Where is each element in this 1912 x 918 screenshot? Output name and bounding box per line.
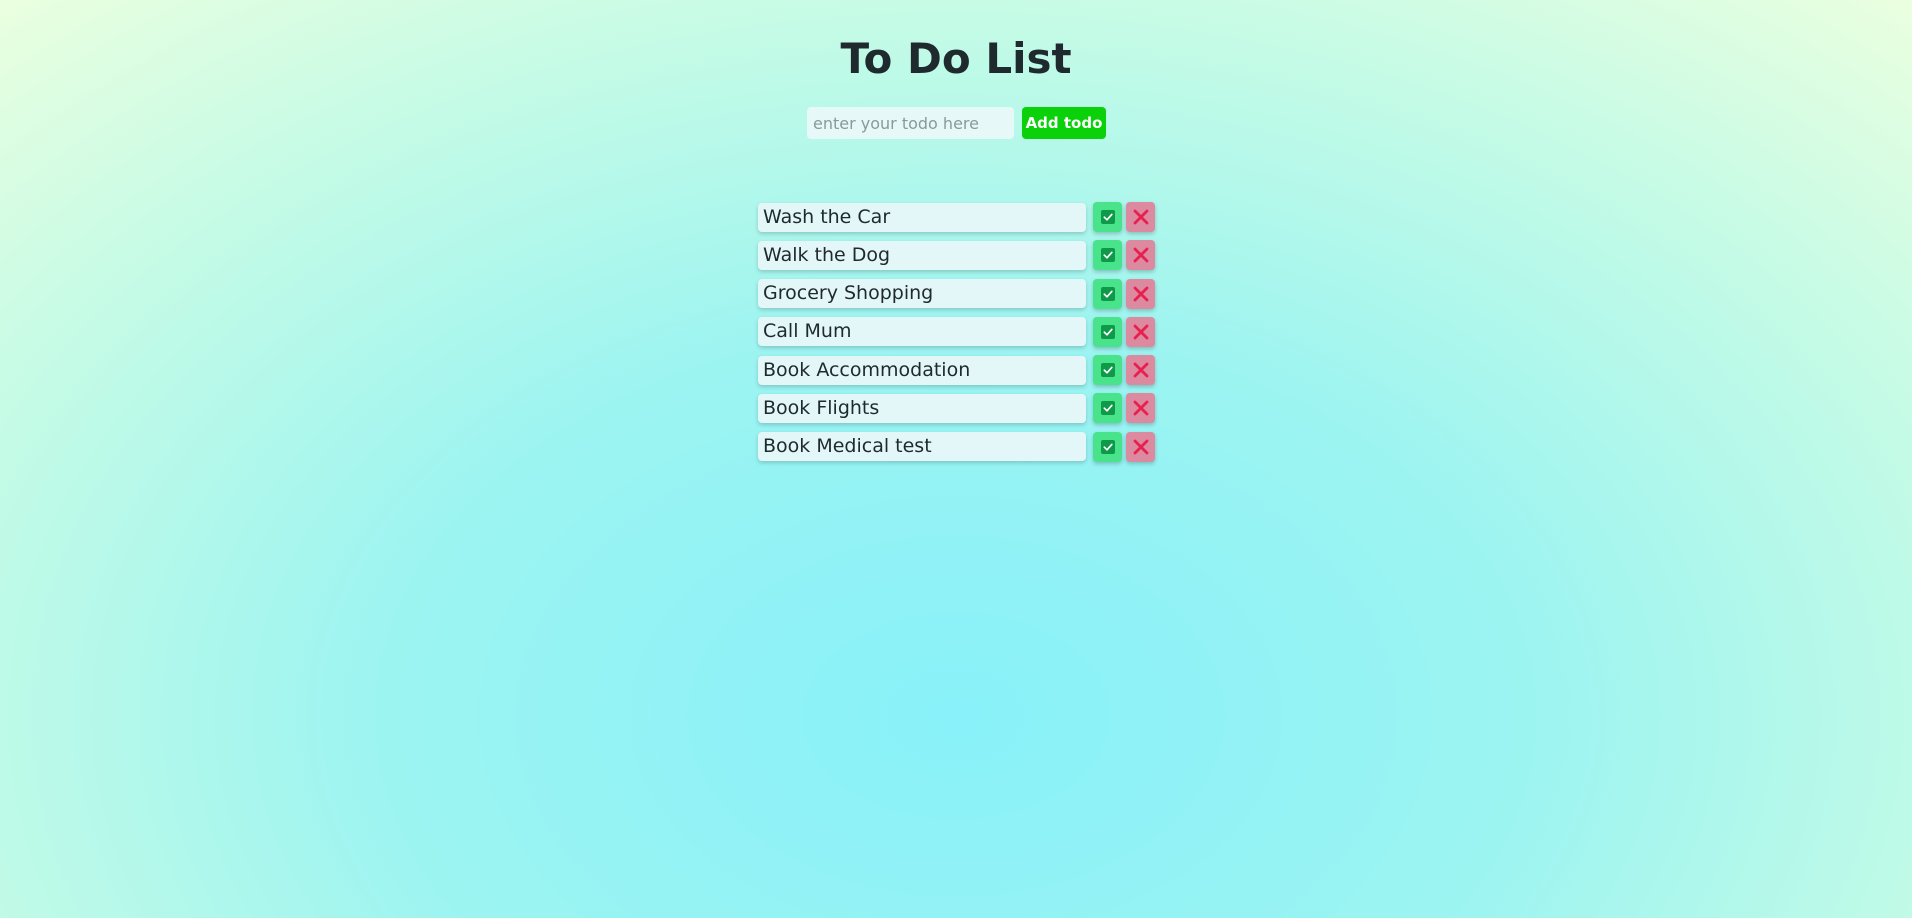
- todo-text: Walk the Dog: [758, 240, 1086, 270]
- todo-item: Call Mum: [758, 316, 1158, 347]
- x-icon: [1133, 286, 1148, 301]
- delete-button[interactable]: [1126, 240, 1155, 271]
- delete-button[interactable]: [1126, 278, 1155, 309]
- complete-button[interactable]: [1093, 278, 1122, 309]
- delete-button[interactable]: [1126, 355, 1155, 386]
- x-icon: [1133, 401, 1148, 416]
- todo-text: Book Flights: [758, 393, 1086, 423]
- complete-button[interactable]: [1093, 240, 1122, 271]
- x-icon: [1133, 209, 1148, 225]
- todo-item: Wash the Car: [758, 202, 1158, 232]
- delete-button[interactable]: [1126, 316, 1155, 347]
- check-square-icon: [1100, 401, 1115, 416]
- todo-text: Wash the Car: [758, 202, 1086, 232]
- todo-item: Book Medical test: [758, 431, 1158, 462]
- check-square-icon: [1100, 324, 1115, 339]
- delete-button[interactable]: [1126, 202, 1155, 232]
- x-icon: [1133, 324, 1148, 340]
- x-icon: [1133, 247, 1148, 263]
- complete-button[interactable]: [1093, 355, 1122, 386]
- todo-item: Book Accommodation: [758, 355, 1158, 386]
- delete-button[interactable]: [1126, 431, 1155, 462]
- check-square-icon: [1100, 439, 1115, 454]
- complete-button[interactable]: [1093, 431, 1122, 462]
- complete-button[interactable]: [1093, 202, 1122, 232]
- check-square-icon: [1100, 210, 1115, 224]
- check-square-icon: [1100, 363, 1115, 378]
- x-icon: [1133, 439, 1148, 455]
- todo-text: Grocery Shopping: [758, 279, 1086, 309]
- delete-button[interactable]: [1126, 393, 1155, 424]
- add-todo-button[interactable]: Add todo: [1022, 107, 1106, 139]
- todo-text: Book Accommodation: [758, 355, 1086, 385]
- page-title: To Do List: [840, 34, 1072, 83]
- todo-input[interactable]: [807, 107, 1014, 139]
- todo-item: Grocery Shopping: [758, 278, 1158, 309]
- x-icon: [1133, 362, 1148, 378]
- check-square-icon: [1100, 286, 1115, 301]
- todo-item: Walk the Dog: [758, 240, 1158, 271]
- todo-item: Book Flights: [758, 393, 1158, 424]
- todo-list: Wash the Car Walk the Dog Grocery Shoppi…: [758, 202, 1158, 470]
- complete-button[interactable]: [1093, 393, 1122, 424]
- check-square-icon: [1100, 248, 1115, 263]
- complete-button[interactable]: [1093, 316, 1122, 347]
- add-todo-form: Add todo: [807, 107, 1106, 139]
- todo-text: Book Medical test: [758, 432, 1086, 462]
- todo-text: Call Mum: [758, 317, 1086, 347]
